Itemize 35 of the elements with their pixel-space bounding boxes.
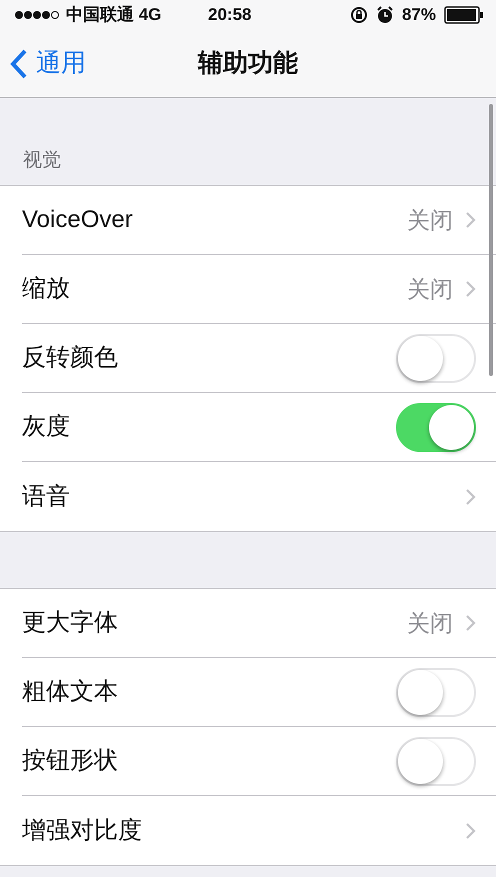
chevron-icon: [465, 614, 476, 632]
row-value: 关闭: [407, 206, 453, 235]
battery-percent: 87%: [402, 4, 436, 26]
back-button[interactable]: 通用: [0, 44, 86, 82]
toggle-switch[interactable]: [396, 736, 476, 786]
chevron-icon: [465, 488, 476, 506]
row-label: 缩放: [22, 274, 70, 304]
toggle-switch[interactable]: [396, 334, 476, 382]
signal-icon: [14, 10, 62, 20]
row-label: 按钮形状: [22, 746, 118, 776]
row-label: 粗体文本: [22, 677, 118, 707]
settings-row[interactable]: 语音: [22, 462, 496, 531]
row-label: 更大字体: [22, 608, 118, 638]
toggle-switch[interactable]: [396, 402, 476, 452]
row-value: 关闭: [407, 274, 453, 304]
settings-row[interactable]: 更大字体 关闭: [22, 589, 496, 658]
row-label: 增强对比度: [22, 816, 142, 846]
status-time: 20:58: [208, 4, 252, 26]
row-label: 语音: [22, 482, 70, 512]
back-chevron-icon: [10, 48, 28, 78]
settings-row[interactable]: 增强对比度: [22, 796, 496, 865]
row-value: 关闭: [407, 608, 453, 638]
chevron-icon: [465, 280, 476, 298]
page-title: 辅助功能: [198, 48, 298, 77]
battery-icon: [444, 6, 484, 24]
toggle-switch[interactable]: [396, 668, 476, 716]
rotation-lock-icon: [350, 6, 368, 24]
section-header: 视觉: [23, 148, 61, 172]
row-label: 灰度: [22, 412, 70, 442]
carrier-name: 中国联通 4G: [66, 4, 162, 26]
row-label: VoiceOver: [22, 205, 133, 235]
chevron-icon: [465, 211, 476, 229]
chevron-icon: [465, 822, 476, 840]
alarm-icon: [376, 6, 394, 24]
row-label: 反转颜色: [22, 343, 118, 373]
